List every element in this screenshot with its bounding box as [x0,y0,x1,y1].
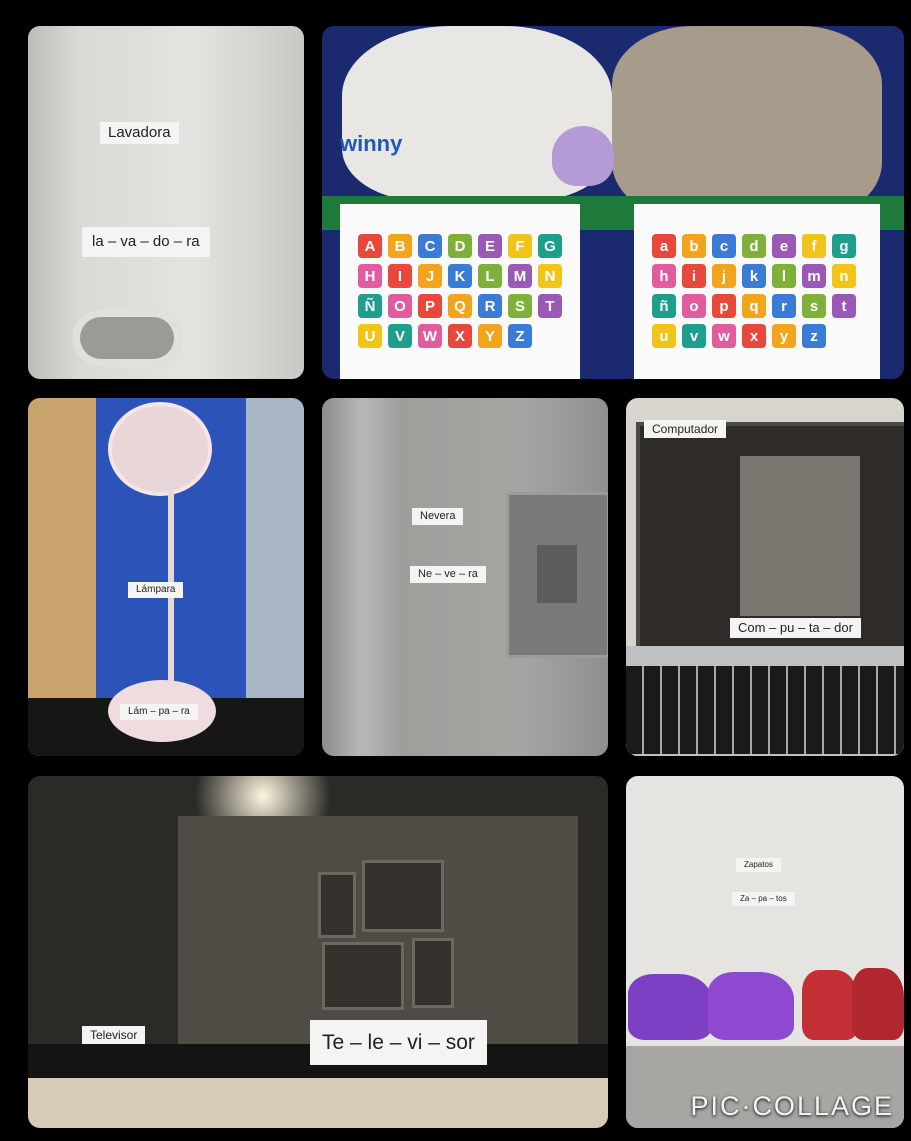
syllable-label: Za – pa – tos [732,892,795,906]
letter-tile-lower: b [682,234,706,258]
letter-tile-upper: C [418,234,442,258]
picture-frame [322,942,404,1010]
letter-tile-lower: h [652,264,676,288]
letter-tile-upper: Z [508,324,532,348]
laptop-keyboard [626,666,904,754]
letter-tile-lower: e [772,234,796,258]
washer-handle [72,309,182,367]
letter-tile-lower: d [742,234,766,258]
letter-tile-lower: w [712,324,736,348]
letter-tile-lower: t [832,294,856,318]
letter-tile-upper: V [388,324,412,348]
syllable-label: Com – pu – ta – dor [730,618,861,638]
letter-tile-lower: c [712,234,736,258]
word-label: Televisor [82,1026,146,1045]
letter-tile-upper: F [508,234,532,258]
lavadora-photo: Lavadora la – va – do – ra [28,26,304,379]
letter-tile-lower: p [712,294,736,318]
letter-tile-lower: l [772,264,796,288]
letter-tile-lower: v [682,324,706,348]
syllable-label: Lám – pa – ra [120,704,198,720]
letter-tile-upper: I [388,264,412,288]
letter-tile-lower: o [682,294,706,318]
letter-tile-upper: S [508,294,532,318]
word-label: Lámpara [128,582,184,598]
letter-tile-upper: D [448,234,472,258]
letter-tile-lower: ñ [652,294,676,318]
letter-tile-lower: q [742,294,766,318]
letter-tile-lower: z [802,324,826,348]
uppercase-grid: ABCDEFG HIJKLMN ÑOPQRST UVWXYZ [358,234,562,348]
syllable-label: Te – le – vi – sor [310,1020,487,1066]
brand-text: winny [340,131,403,156]
letter-tile-upper: A [358,234,382,258]
letter-tile-lower: i [682,264,706,288]
watermark: PIC·COLLAGE [690,1091,894,1121]
picture-frame [362,860,444,932]
letter-tile-upper: U [358,324,382,348]
nevera-photo: Nevera Ne – ve – ra [322,398,608,756]
letter-tile-lower: m [802,264,826,288]
letter-tile-upper: O [388,294,412,318]
gray-curtain [246,398,304,728]
red-sneaker [852,968,904,1040]
letter-tile-upper: P [418,294,442,318]
lowercase-grid: abcdefg hijklmn ñopqrst uvwxyz [652,234,856,348]
picture-frame [318,872,356,938]
purple-clog [708,972,794,1040]
letter-tile-lower: f [802,234,826,258]
letter-tile-upper: E [478,234,502,258]
lampara-photo: Lámpara Lám – pa – ra [28,398,304,756]
letter-tile-upper: Y [478,324,502,348]
letter-tile-upper: B [388,234,412,258]
lamp-shade [108,402,212,496]
word-label: Computador [644,420,727,439]
letter-tile-upper: M [508,264,532,288]
letter-tile-upper: R [478,294,502,318]
letter-tile-lower: s [802,294,826,318]
letter-tile-upper: J [418,264,442,288]
uppercase-sheet: ABCDEFG HIJKLMN ÑOPQRST UVWXYZ [340,204,580,379]
letter-tile-upper: W [418,324,442,348]
letter-tile-upper: Ñ [358,294,382,318]
letter-tile-upper: N [538,264,562,288]
light-glare [168,776,358,816]
word-label: Lavadora [100,122,179,144]
gray-plush [612,26,882,221]
letter-tile-lower: j [712,264,736,288]
syllable-label: la – va – do – ra [82,227,210,257]
lowercase-sheet: abcdefg hijklmn ñopqrst uvwxyz [634,204,880,379]
letter-tile-upper: K [448,264,472,288]
word-label: Zapatos [736,858,781,872]
zapatos-photo: Zapatos Za – pa – tos PIC·COLLAGE [626,776,904,1128]
letter-tile-lower: g [832,234,856,258]
letter-tile-lower: n [832,264,856,288]
computador-photo: Computador Com – pu – ta – dor [626,398,904,756]
alphabet-shelf-photo: winny ABCDEFG HIJKLMN ÑOPQRST UVWXYZ abcdef… [322,26,904,379]
letter-tile-upper: L [478,264,502,288]
tv-cabinet [28,1078,608,1128]
letter-tile-upper: Q [448,294,472,318]
televisor-photo: Televisor Te – le – vi – sor [28,776,608,1128]
word-label: Nevera [412,508,464,526]
syllable-label: Ne – ve – ra [410,566,486,584]
octopus-plush [552,126,614,186]
letter-tile-lower: y [772,324,796,348]
water-dispenser [506,492,608,658]
red-sneaker [802,970,858,1040]
letter-tile-upper: T [538,294,562,318]
letter-tile-lower: a [652,234,676,258]
letter-tile-upper: H [358,264,382,288]
letter-tile-upper: X [448,324,472,348]
picture-frame [412,938,454,1008]
letter-tile-lower: x [742,324,766,348]
letter-tile-lower: r [772,294,796,318]
letter-tile-lower: u [652,324,676,348]
laptop-screen [636,422,904,650]
letter-tile-lower: k [742,264,766,288]
letter-tile-upper: G [538,234,562,258]
purple-clog [628,974,712,1040]
